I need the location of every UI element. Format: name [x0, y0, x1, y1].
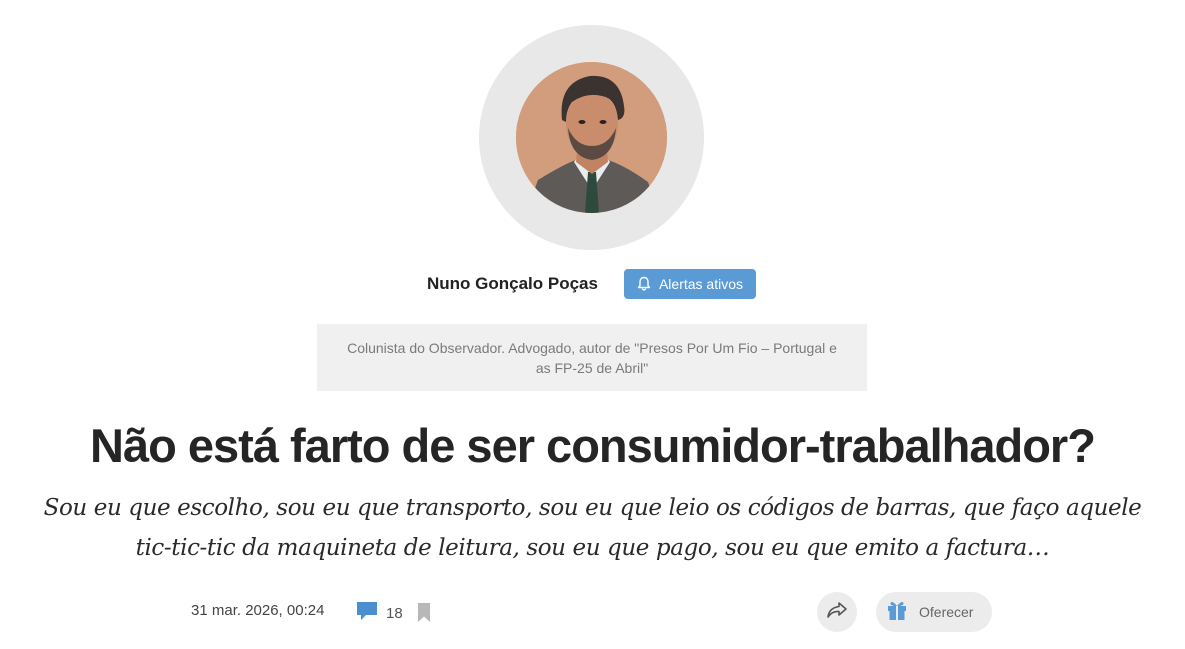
bookmark-icon [417, 603, 431, 627]
comments-link[interactable]: 18 [356, 601, 403, 626]
offer-label: Oferecer [919, 604, 974, 620]
author-row: Nuno Gonçalo Poças Alertas ativos [0, 268, 1185, 300]
author-name[interactable]: Nuno Gonçalo Poças [427, 274, 598, 294]
author-photo [516, 62, 667, 213]
bell-icon [637, 276, 651, 292]
share-button[interactable] [817, 592, 857, 632]
comment-count: 18 [386, 605, 403, 622]
author-avatar[interactable] [516, 62, 667, 213]
gift-icon [886, 599, 908, 626]
bookmark-button[interactable] [417, 602, 431, 628]
alerts-label: Alertas ativos [658, 276, 744, 292]
article-lead: Sou eu que escolho, sou eu que transport… [43, 495, 1142, 561]
article-title: Não está farto de ser consumidor-trabalh… [90, 419, 1096, 472]
alerts-button[interactable]: Alertas ativos [624, 269, 756, 299]
publish-date: 31 mar. 2026, 00:24 [191, 602, 325, 619]
share-arrow-icon [826, 601, 848, 624]
offer-button[interactable]: Oferecer [876, 592, 992, 632]
comment-bubble-icon [356, 601, 378, 626]
author-bio: Colunista do Observador. Advogado, autor… [317, 324, 867, 391]
